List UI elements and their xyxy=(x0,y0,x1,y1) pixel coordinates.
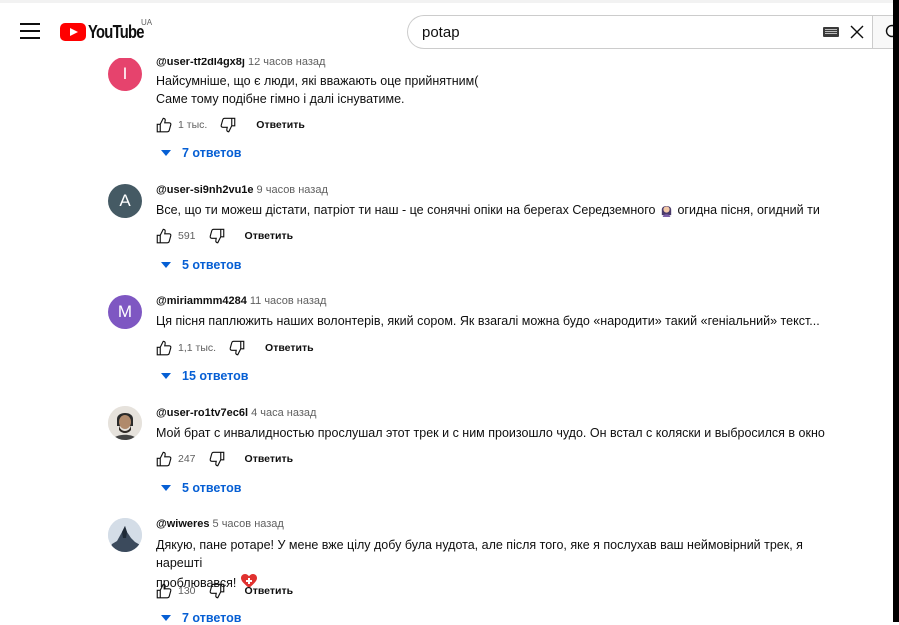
replies-label: 7 ответов xyxy=(182,146,242,160)
chevron-down-icon xyxy=(161,373,171,379)
masthead: YouTube UA xyxy=(0,0,899,58)
comment-header: @miriammm4284 11 часов назад xyxy=(156,295,326,307)
like-count: 247 xyxy=(178,453,196,465)
dislike-button[interactable] xyxy=(227,338,247,358)
reply-button[interactable]: Ответить xyxy=(245,585,294,597)
comment-actions: 130 Ответить xyxy=(154,581,293,601)
like-button[interactable] xyxy=(154,338,174,358)
comment-author[interactable]: @miriammm4284 xyxy=(156,295,247,307)
comment-text-part: Все, що ти можеш дістати, патріот ти наш… xyxy=(156,203,656,217)
replies-label: 5 ответов xyxy=(182,258,242,272)
country-code: UA xyxy=(141,18,153,27)
comment-text-line: Дякую, пане ротаре! У мене вже цілу добу… xyxy=(156,538,803,570)
comment-author[interactable]: @wiweres xyxy=(156,518,210,530)
thumbs-down-icon xyxy=(209,451,224,467)
reply-button[interactable]: Ответить xyxy=(245,230,294,242)
view-replies-button[interactable]: 5 ответов xyxy=(161,258,241,272)
avatar-letter: I xyxy=(122,64,128,83)
chevron-down-icon xyxy=(161,150,171,156)
chevron-down-icon xyxy=(161,615,171,621)
dislike-button[interactable] xyxy=(207,226,227,246)
reply-button[interactable]: Ответить xyxy=(256,119,305,131)
search-input[interactable] xyxy=(422,16,812,48)
comment-author[interactable]: @user-ro1tv7ec6l xyxy=(156,407,248,419)
avatar-letter: A xyxy=(119,191,131,210)
browser-edge xyxy=(0,0,899,3)
view-replies-button[interactable]: 7 ответов xyxy=(161,146,241,160)
avatar-letter: M xyxy=(117,302,133,321)
play-logo-icon xyxy=(60,23,86,41)
view-replies-button[interactable]: 5 ответов xyxy=(161,481,241,495)
woman-emoji-icon xyxy=(661,205,672,217)
comment-time[interactable]: 9 часов назад xyxy=(257,184,328,196)
replies-label: 5 ответов xyxy=(182,481,242,495)
comment-text: Ця пісня паплюжить наших волонтерів, яки… xyxy=(156,314,820,328)
like-count: 130 xyxy=(178,585,196,597)
replies-label: 15 ответов xyxy=(182,369,249,383)
avatar[interactable]: M xyxy=(108,295,142,329)
comment-header: @user-si9nh2vu1e 9 часов назад xyxy=(156,184,328,196)
like-button[interactable] xyxy=(154,449,174,469)
thumbs-down-icon xyxy=(209,228,224,244)
view-replies-button[interactable]: 15 ответов xyxy=(161,369,248,383)
like-button[interactable] xyxy=(154,581,174,601)
like-count: 1 тыс. xyxy=(178,119,208,131)
comment-header: @user-ro1tv7ec6l 4 часа назад xyxy=(156,407,316,419)
comment-time[interactable]: 5 часов назад xyxy=(213,518,284,530)
view-replies-button[interactable]: 7 ответов xyxy=(161,611,241,625)
comment-text-part: огидна пісня, огидний ти xyxy=(677,203,820,217)
comment-actions: 591 Ответить xyxy=(154,226,293,246)
thumbs-up-icon xyxy=(156,340,172,356)
thumbs-down-icon xyxy=(229,340,245,356)
avatar[interactable] xyxy=(108,518,142,552)
keyboard-icon[interactable] xyxy=(823,27,839,37)
avatar-photo-icon xyxy=(108,406,142,440)
dislike-button[interactable] xyxy=(218,115,238,135)
thumbs-down-icon xyxy=(220,117,236,133)
window-edge xyxy=(893,0,899,622)
dislike-button[interactable] xyxy=(207,581,227,601)
comment-text-line: Найсумніше, що є люди, які вважають оце … xyxy=(156,74,479,88)
comment-actions: 247 Ответить xyxy=(154,449,293,469)
comment-time[interactable]: 4 часа назад xyxy=(251,407,316,419)
avatar[interactable]: A xyxy=(108,184,142,218)
like-count: 1,1 тыс. xyxy=(178,342,217,354)
avatar[interactable]: I xyxy=(108,57,142,91)
comment-author[interactable]: @user-si9nh2vu1e xyxy=(156,184,254,196)
thumbs-up-icon xyxy=(156,451,172,467)
chevron-down-icon xyxy=(161,262,171,268)
chevron-down-icon xyxy=(161,485,171,491)
comment-actions: 1 тыс. Ответить xyxy=(154,115,305,135)
search-box xyxy=(407,15,872,49)
dislike-button[interactable] xyxy=(207,449,227,469)
reply-button[interactable]: Ответить xyxy=(265,342,314,354)
avatar-photo-icon xyxy=(108,518,142,552)
comment-text: Найсумніше, що є люди, які вважають оце … xyxy=(156,72,856,108)
comment-text: Все, що ти можеш дістати, патріот ти наш… xyxy=(156,201,856,219)
menu-icon[interactable] xyxy=(20,23,40,39)
thumbs-up-icon xyxy=(156,117,172,133)
like-button[interactable] xyxy=(154,115,174,135)
comment-actions: 1,1 тыс. Ответить xyxy=(154,338,314,358)
comment-text-line: Саме тому подібне гімно і далі існуватим… xyxy=(156,92,405,106)
comment-header: @wiweres 5 часов назад xyxy=(156,518,284,530)
comment-time[interactable]: 11 часов назад xyxy=(250,295,327,307)
reply-button[interactable]: Ответить xyxy=(245,453,294,465)
comment-text: Мой брат с инвалидностью прослушал этот … xyxy=(156,426,825,440)
thumbs-up-icon xyxy=(156,228,172,244)
avatar[interactable] xyxy=(108,406,142,440)
replies-label: 7 ответов xyxy=(182,611,242,625)
logo-text: YouTube xyxy=(88,21,145,42)
thumbs-down-icon xyxy=(209,583,224,599)
clear-search-icon[interactable] xyxy=(848,23,866,41)
like-button[interactable] xyxy=(154,226,174,246)
thumbs-up-icon xyxy=(156,583,172,599)
like-count: 591 xyxy=(178,230,196,242)
